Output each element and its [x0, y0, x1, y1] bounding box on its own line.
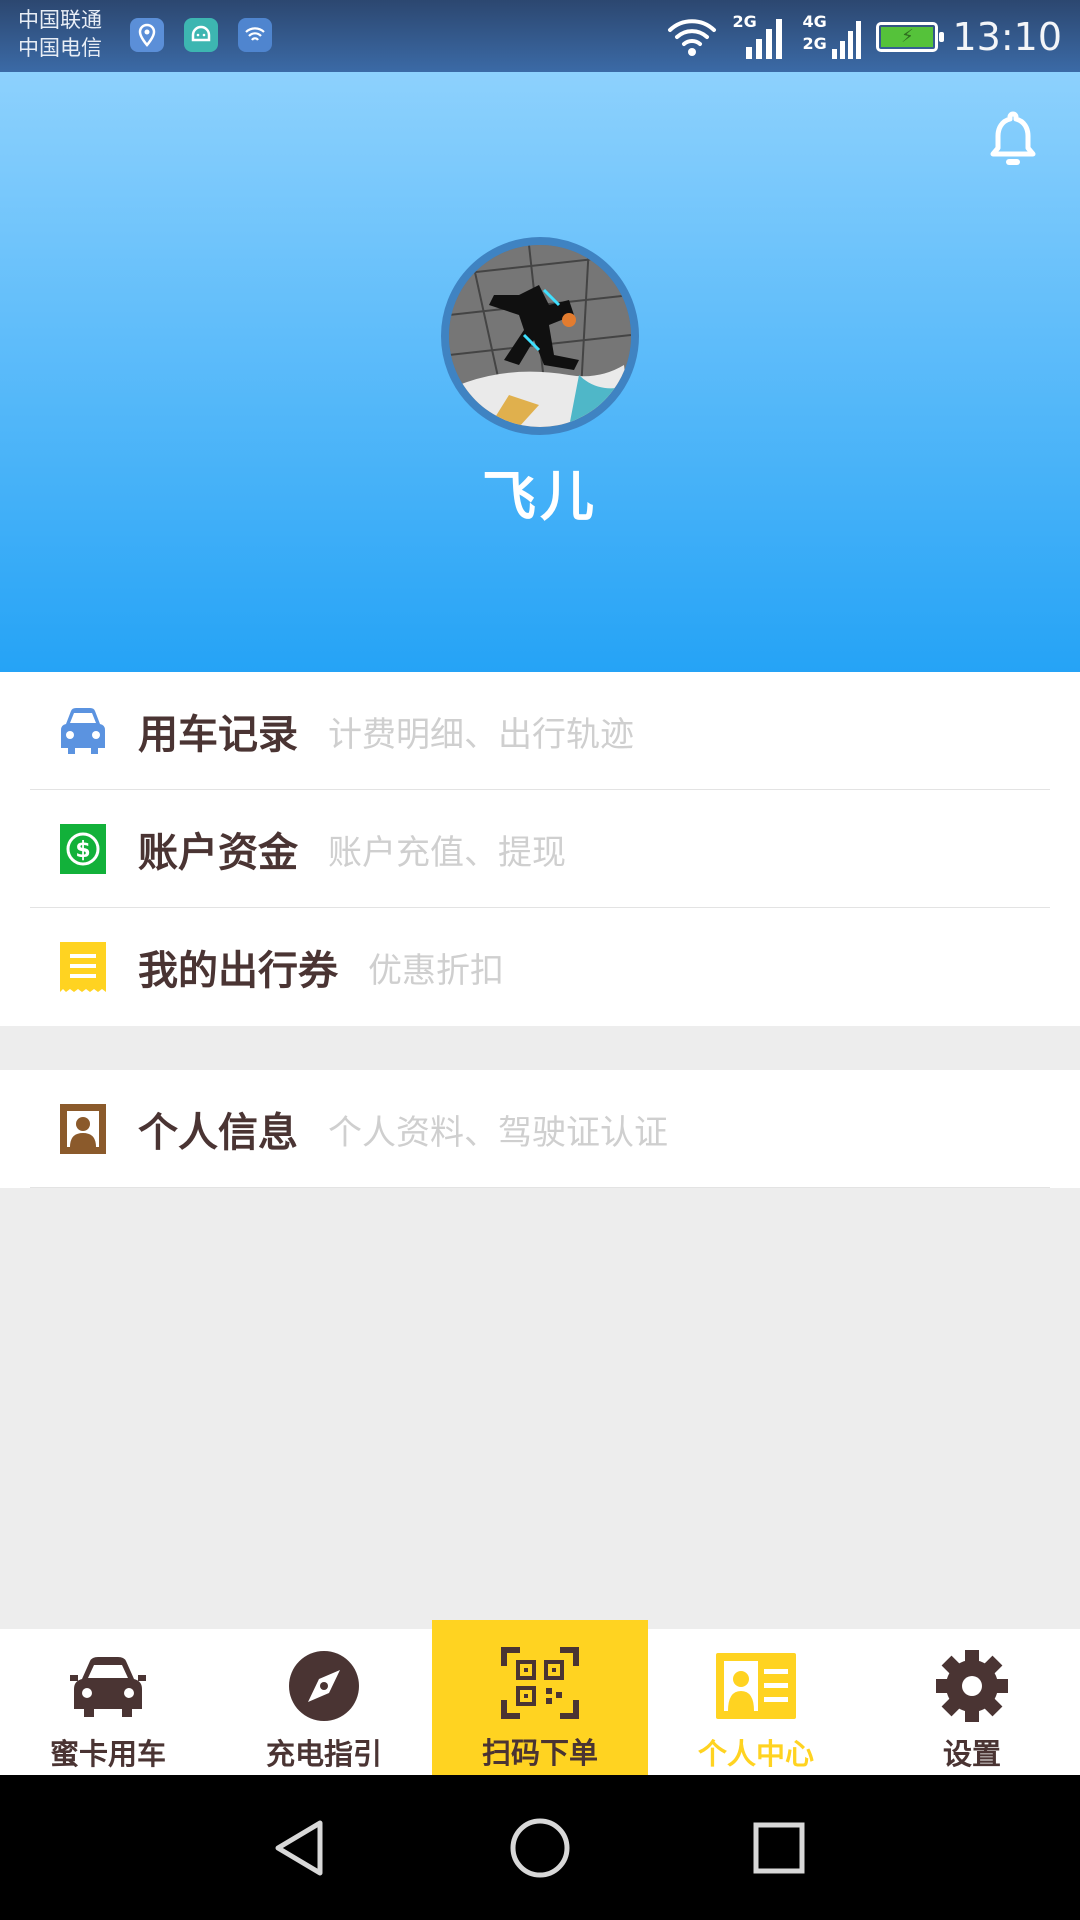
menu-title: 个人信息: [138, 1110, 298, 1156]
compass-icon: [289, 1651, 359, 1721]
back-icon[interactable]: [268, 1815, 334, 1881]
nav-label: 蜜卡用车: [49, 1737, 166, 1771]
menu-subtitle: 优惠折扣: [368, 950, 504, 991]
menu-item-personal-info[interactable]: 个人信息 个人资料、驾驶证认证: [0, 1070, 1080, 1188]
carrier-2: 中国电信: [18, 36, 102, 60]
nav-item-settings[interactable]: 设置: [864, 1629, 1080, 1775]
location-icon: [130, 18, 164, 52]
avatar[interactable]: [441, 237, 639, 435]
profile-card-icon: [716, 1653, 796, 1719]
menu-item-account-funds[interactable]: $ 账户资金 账户充值、提现: [0, 790, 1080, 908]
nav-label: 个人中心: [697, 1737, 814, 1771]
nav-label: 设置: [942, 1737, 1001, 1771]
recent-apps-icon[interactable]: [746, 1815, 812, 1881]
coupon-icon: [60, 942, 106, 992]
home-icon[interactable]: [507, 1815, 573, 1881]
signal-icon: 2G: [732, 13, 788, 61]
menu-group-2: 个人信息 个人资料、驾驶证认证: [0, 1070, 1080, 1188]
svg-text:$: $: [75, 838, 90, 863]
wifi-icon: [668, 19, 717, 56]
menu-group-1: 用车记录 计费明细、出行轨迹 $ 账户资金 账户充值、提现 我的出行券 优惠折扣: [0, 672, 1080, 1026]
bottom-nav: 蜜卡用车 充电指引 扫码下单 个人中心 设置: [0, 1620, 1080, 1775]
menu-title: 我的出行券: [138, 948, 338, 994]
gear-icon: [936, 1650, 1008, 1722]
status-bar: 中国联通 中国电信 2G 4G 2G ⚡ 13:10: [0, 0, 1080, 72]
username: 飞儿: [482, 465, 598, 528]
signal-2-icon: 4G 2G: [802, 13, 862, 61]
status-time: 13:10: [952, 15, 1062, 59]
charging-icon: ⚡: [901, 26, 914, 47]
menu-subtitle: 账户充值、提现: [328, 832, 566, 873]
nav-label: 充电指引: [265, 1737, 382, 1771]
money-icon: $: [60, 824, 106, 874]
car-icon: [70, 1657, 146, 1717]
carrier-labels: 中国联通 中国电信: [18, 6, 102, 62]
qr-scan-icon: [501, 1647, 579, 1719]
profile-header: 飞儿: [0, 72, 1080, 672]
notification-bell-icon[interactable]: [988, 110, 1038, 168]
android-icon: [184, 18, 218, 52]
nav-item-scan-order[interactable]: 扫码下单: [432, 1620, 648, 1775]
menu-item-my-coupons[interactable]: 我的出行券 优惠折扣: [0, 908, 1080, 1026]
car-icon: [61, 708, 105, 754]
menu-title: 用车记录: [138, 712, 298, 758]
nav-item-ride[interactable]: 蜜卡用车: [0, 1629, 216, 1775]
id-card-icon: [60, 1104, 106, 1154]
carrier-1: 中国联通: [18, 8, 102, 32]
wifi-share-icon: [238, 18, 272, 52]
nav-item-personal-center[interactable]: 个人中心: [648, 1629, 864, 1775]
menu-title: 账户资金: [138, 830, 298, 876]
battery-icon: ⚡: [876, 22, 945, 52]
menu-item-ride-records[interactable]: 用车记录 计费明细、出行轨迹: [0, 672, 1080, 790]
nav-label: 扫码下单: [481, 1736, 598, 1770]
menu-subtitle: 个人资料、驾驶证认证: [328, 1112, 668, 1153]
menu-subtitle: 计费明细、出行轨迹: [328, 714, 634, 755]
system-nav-bar: [0, 1775, 1080, 1920]
nav-item-charging-guide[interactable]: 充电指引: [216, 1629, 432, 1775]
